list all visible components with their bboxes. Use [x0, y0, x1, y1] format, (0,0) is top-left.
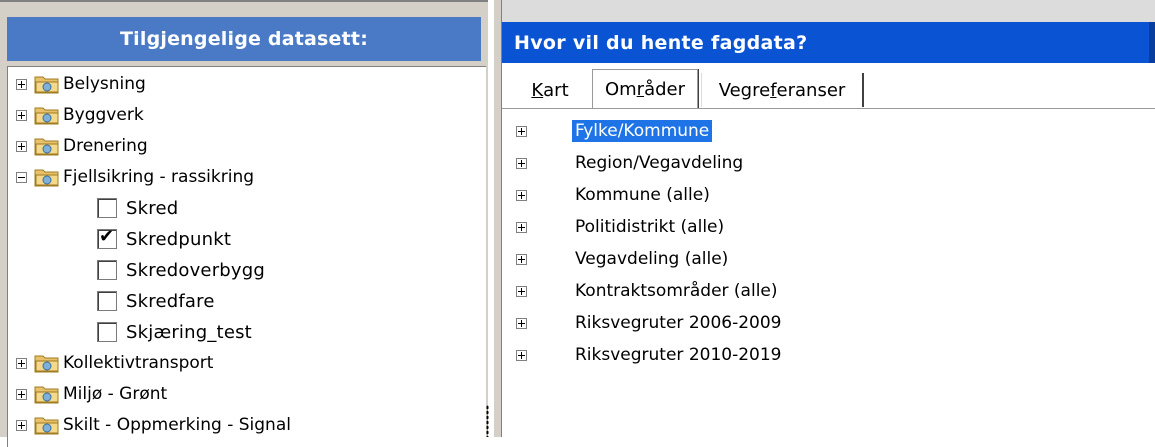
tab-kart-mnemonic: K — [531, 79, 544, 101]
expand-icon[interactable] — [16, 419, 27, 431]
checkbox[interactable] — [97, 198, 117, 218]
fagdata-panel: Hvor vil du hente fagdata? Kart Om r åder … — [502, 0, 1155, 437]
area-tree-item[interactable]: Region/Vegavdeling — [516, 148, 746, 178]
tab-baseline — [502, 108, 1155, 109]
panel-divider[interactable] — [494, 0, 502, 437]
expand-icon[interactable] — [16, 78, 27, 90]
tab-kart-label: art — [543, 79, 569, 101]
tree-item-label: Kommune (alle) — [575, 185, 710, 205]
tree-item-label: Riksvegruter 2010-2019 — [575, 345, 782, 365]
expand-icon[interactable] — [516, 349, 527, 361]
checkbox[interactable]: ✔ — [97, 226, 117, 249]
tab-vegref-label-pre: Vegre — [718, 79, 771, 101]
tab-vegref-label-post: eranser — [776, 79, 846, 101]
tree-item-label: Drenering — [63, 136, 148, 156]
tree-folder-item[interactable]: Fjellsikring - rassikring — [16, 162, 254, 192]
tree-item-label: Skredfare — [126, 290, 215, 312]
tab-vegreferanser[interactable]: Vegre f eranser — [701, 73, 864, 107]
datasets-header: Tilgjengelige datasett: — [7, 17, 481, 61]
tree-item-label: Skredpunkt — [126, 228, 232, 250]
checkbox[interactable] — [97, 322, 117, 342]
collapse-icon[interactable] — [16, 171, 27, 183]
area-tree-item[interactable]: Fylke/Kommune — [516, 116, 713, 146]
expand-icon[interactable] — [516, 221, 527, 233]
folder-icon — [33, 352, 61, 374]
checkmark-icon: ✔ — [99, 226, 115, 247]
expand-icon[interactable] — [16, 109, 27, 121]
tree-item-label: Miljø - Grønt — [63, 384, 168, 404]
expand-icon[interactable] — [516, 189, 527, 201]
tree-item-label: Kollektivtransport — [63, 353, 214, 373]
tab-kart[interactable]: Kart — [508, 73, 592, 107]
folder-icon — [33, 383, 61, 405]
tree-item-label: Riksvegruter 2006-2009 — [575, 313, 782, 333]
tab-omrader-label-pre: Om — [604, 79, 637, 100]
tree-item-label: Fjellsikring - rassikring — [63, 167, 255, 187]
expand-icon[interactable] — [516, 125, 527, 137]
area-tree-item[interactable]: Riksvegruter 2006-2009 — [516, 308, 785, 338]
header-edge — [1149, 22, 1155, 63]
tree-item-label: Politidistrikt (alle) — [575, 217, 725, 237]
tree-item-label: Region/Vegavdeling — [575, 153, 744, 173]
tree-item-label: Byggverk — [63, 105, 144, 125]
expand-icon[interactable] — [516, 253, 527, 265]
expand-icon[interactable] — [16, 388, 27, 400]
folder-icon — [33, 414, 61, 436]
tree-item-label: Belysning — [63, 74, 146, 94]
tree-item-label: Skredoverbygg — [126, 259, 266, 281]
tab-bar: Kart Om r åder Vegre f eranser — [502, 63, 1155, 109]
tab-omrader-mnemonic: r — [636, 79, 645, 100]
tree-checkbox-item[interactable]: Skred — [97, 193, 178, 223]
folder-icon — [33, 135, 61, 157]
tab-omrader[interactable]: Om r åder — [592, 69, 698, 109]
folder-icon — [33, 166, 61, 188]
splitter-grip[interactable] — [486, 405, 489, 437]
tab-omrader-label-post: åder — [644, 79, 686, 100]
checkbox[interactable] — [97, 291, 117, 311]
tree-item-label: Kontraktsområder (alle) — [575, 281, 778, 301]
area-tree-item[interactable]: Kommune (alle) — [516, 180, 713, 210]
tree-item-label: Skred — [126, 197, 179, 219]
fagdata-header: Hvor vil du hente fagdata? — [502, 22, 1155, 63]
tree-checkbox-item[interactable]: Skjæring_test — [97, 317, 252, 347]
tree-checkbox-item[interactable]: Skredoverbygg — [97, 255, 265, 285]
tree-folder-item[interactable]: Skilt - Oppmerking - Signal — [16, 410, 291, 440]
folder-icon — [33, 73, 61, 95]
panel-top-border — [0, 0, 488, 8]
tree-folder-item[interactable]: Belysning — [16, 69, 146, 99]
tree-checkbox-item[interactable]: Skredfare — [97, 286, 215, 316]
folder-icon — [33, 104, 61, 126]
datasets-panel: Tilgjengelige datasett: Belysning Byggver… — [0, 0, 489, 447]
expand-icon[interactable] — [516, 285, 527, 297]
tree-item-label: Skilt - Oppmerking - Signal — [63, 415, 291, 435]
panel-top-strip — [502, 0, 1155, 22]
datasets-tree[interactable]: Belysning Byggverk Drenering Fjellsikring -… — [7, 66, 486, 447]
tree-folder-item[interactable]: Byggverk — [16, 100, 144, 130]
area-tree-item[interactable]: Riksvegruter 2010-2019 — [516, 340, 785, 370]
expand-icon[interactable] — [516, 157, 527, 169]
area-tree-item[interactable]: Kontraktsområder (alle) — [516, 276, 781, 306]
expand-icon[interactable] — [16, 357, 27, 369]
area-tree-item[interactable]: Politidistrikt (alle) — [516, 212, 727, 242]
tree-checkbox-item[interactable]: ✔ Skredpunkt — [97, 224, 231, 254]
tree-item-label: Skjæring_test — [126, 321, 252, 343]
tree-folder-item[interactable]: Drenering — [16, 131, 148, 161]
expand-icon[interactable] — [16, 140, 27, 152]
tree-item-label: Vegavdeling (alle) — [575, 249, 729, 269]
tree-folder-item[interactable]: Kollektivtransport — [16, 348, 213, 378]
tree-folder-item[interactable]: Miljø - Grønt — [16, 379, 167, 409]
selected-item-label: Fylke/Kommune — [572, 120, 713, 142]
checkbox[interactable] — [97, 260, 117, 280]
area-tree-item[interactable]: Vegavdeling (alle) — [516, 244, 731, 274]
expand-icon[interactable] — [516, 317, 527, 329]
fagdata-header-text: Hvor vil du hente fagdata? — [514, 31, 808, 54]
